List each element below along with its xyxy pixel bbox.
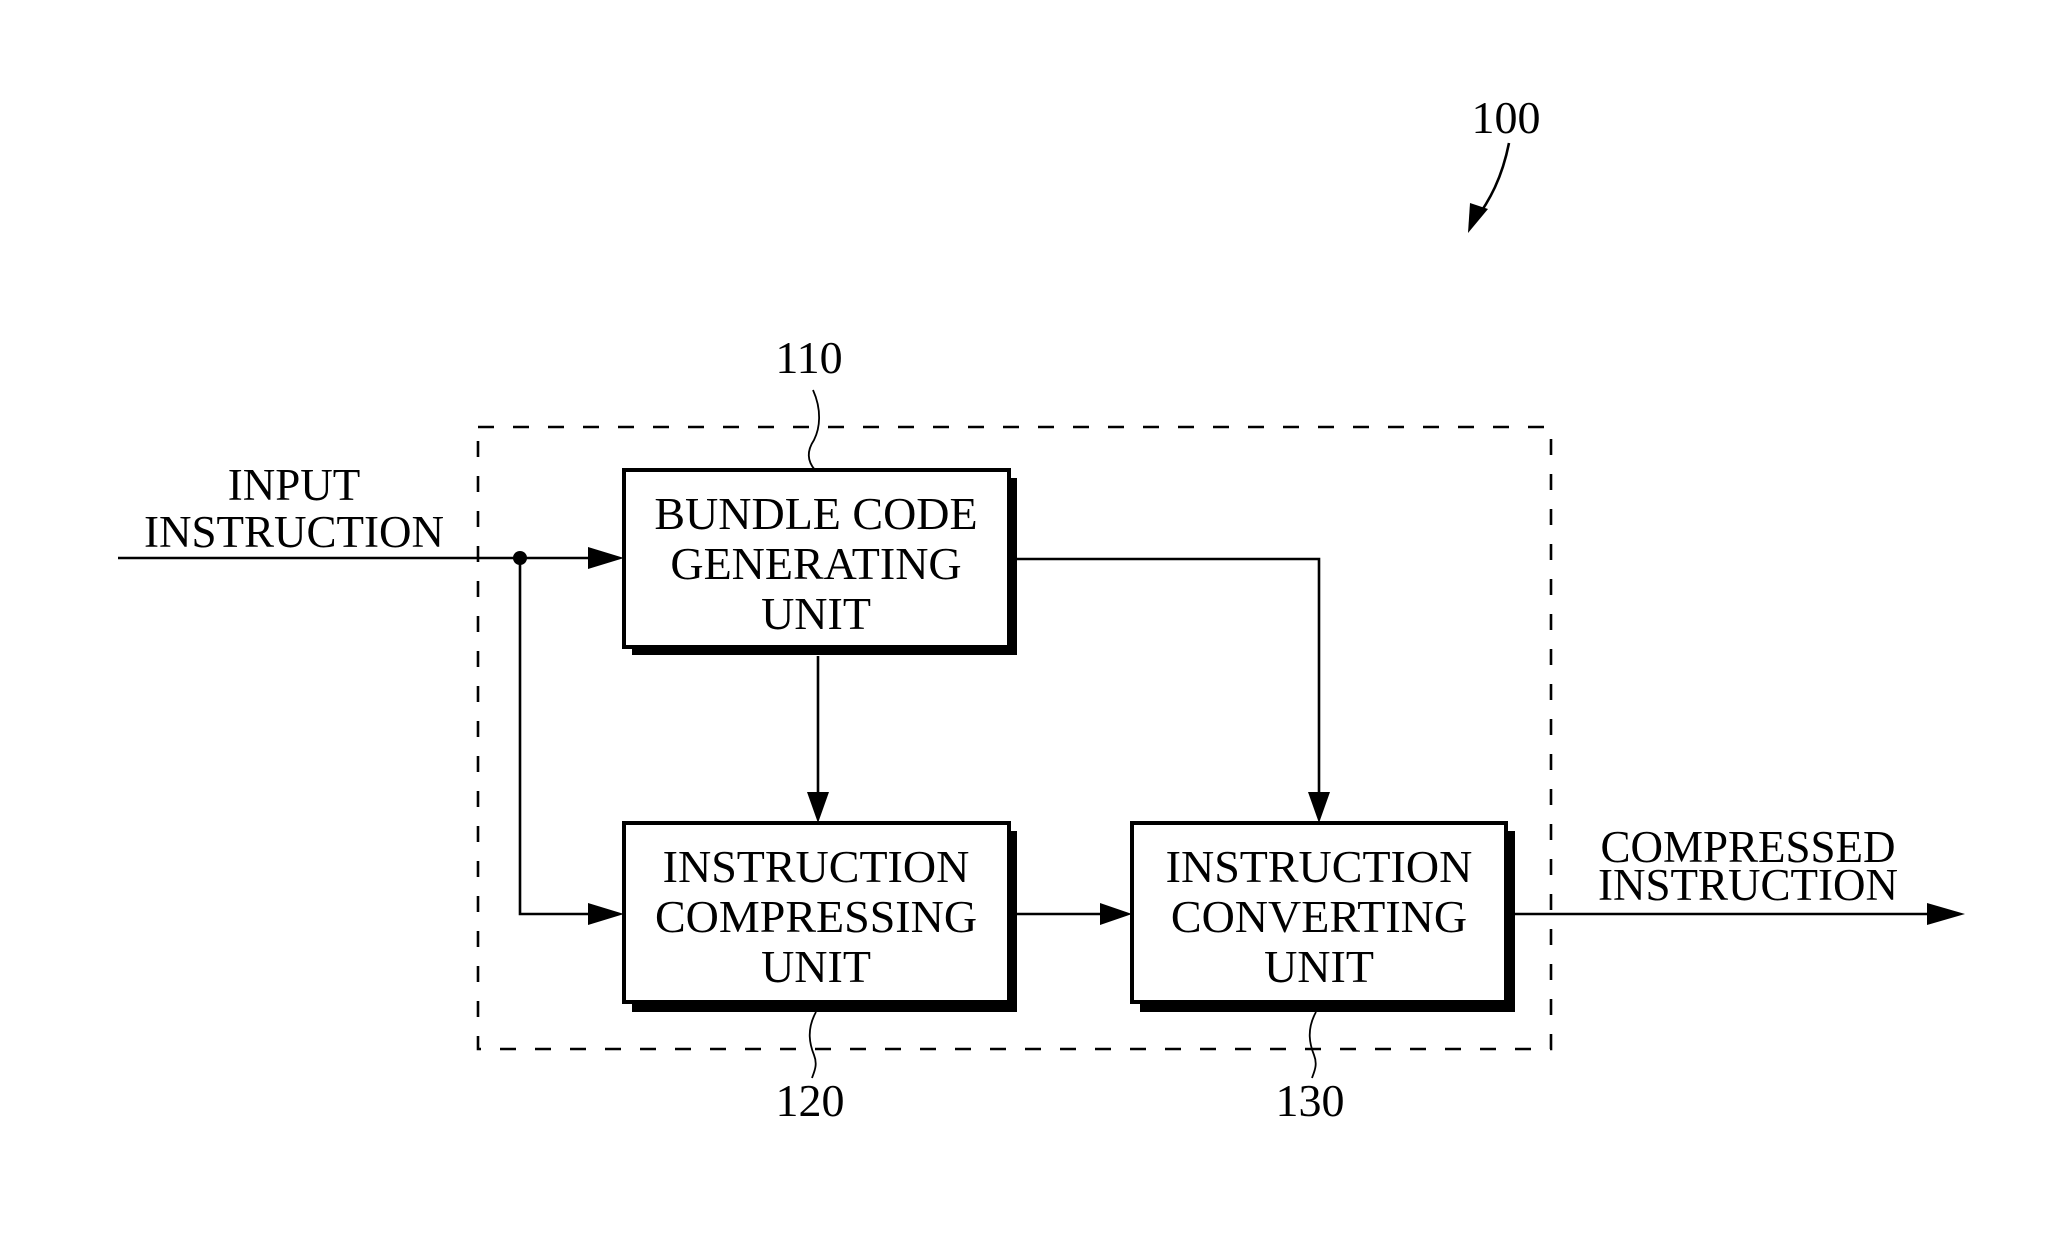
block-130-reference-number: 130 (1276, 1075, 1345, 1126)
block-130-label-line-2: CONVERTING (1171, 891, 1467, 942)
block-120-reference-leader (808, 1011, 817, 1079)
figure-reference: 100 (1468, 92, 1541, 233)
output-signal: COMPRESSED INSTRUCTION (1515, 822, 1965, 925)
block-110-reference-number: 110 (775, 332, 842, 383)
block-110-label-line-1: BUNDLE CODE (654, 488, 977, 539)
block-120-label-line-2: COMPRESSING (655, 891, 977, 942)
block-110-label-line-2: GENERATING (670, 538, 961, 589)
arrowhead-to-110-icon (588, 547, 624, 569)
figure-reference-number: 100 (1472, 92, 1541, 143)
block-120-label-line-3: UNIT (761, 941, 871, 992)
branch-line-to-120 (518, 558, 596, 916)
arrowhead-to-120-top-icon (807, 792, 829, 823)
arrowhead-to-130-top-icon (1308, 792, 1330, 823)
arrowhead-to-120-icon (588, 903, 624, 925)
block-130-label-line-1: INSTRUCTION (1166, 841, 1473, 892)
input-label-line-2: INSTRUCTION (144, 507, 444, 557)
connector-110-to-130 (1017, 557, 1321, 795)
block-bundle-code-generating-unit: BUNDLE CODE GENERATING UNIT 110 (622, 332, 1017, 655)
arrowhead-to-130-left-icon (1100, 903, 1132, 925)
output-arrowhead-icon (1927, 903, 1965, 925)
block-110-label-line-3: UNIT (761, 588, 871, 639)
output-label-line-2: INSTRUCTION (1598, 860, 1898, 910)
block-110-reference-leader (807, 389, 821, 471)
block-diagram: 100 INPUT INSTRUCTION BUNDLE CODE GENERA… (118, 92, 1965, 1126)
input-signal: INPUT INSTRUCTION (118, 460, 624, 925)
block-130-label-line-3: UNIT (1264, 941, 1374, 992)
block-130-reference-leader (1308, 1011, 1317, 1079)
block-120-reference-number: 120 (776, 1075, 845, 1126)
input-label-line-1: INPUT (228, 460, 361, 510)
block-instruction-converting-unit: INSTRUCTION CONVERTING UNIT 130 (1130, 821, 1515, 1126)
block-instruction-compressing-unit: INSTRUCTION COMPRESSING UNIT 120 (622, 821, 1017, 1126)
block-120-label-line-1: INSTRUCTION (663, 841, 970, 892)
